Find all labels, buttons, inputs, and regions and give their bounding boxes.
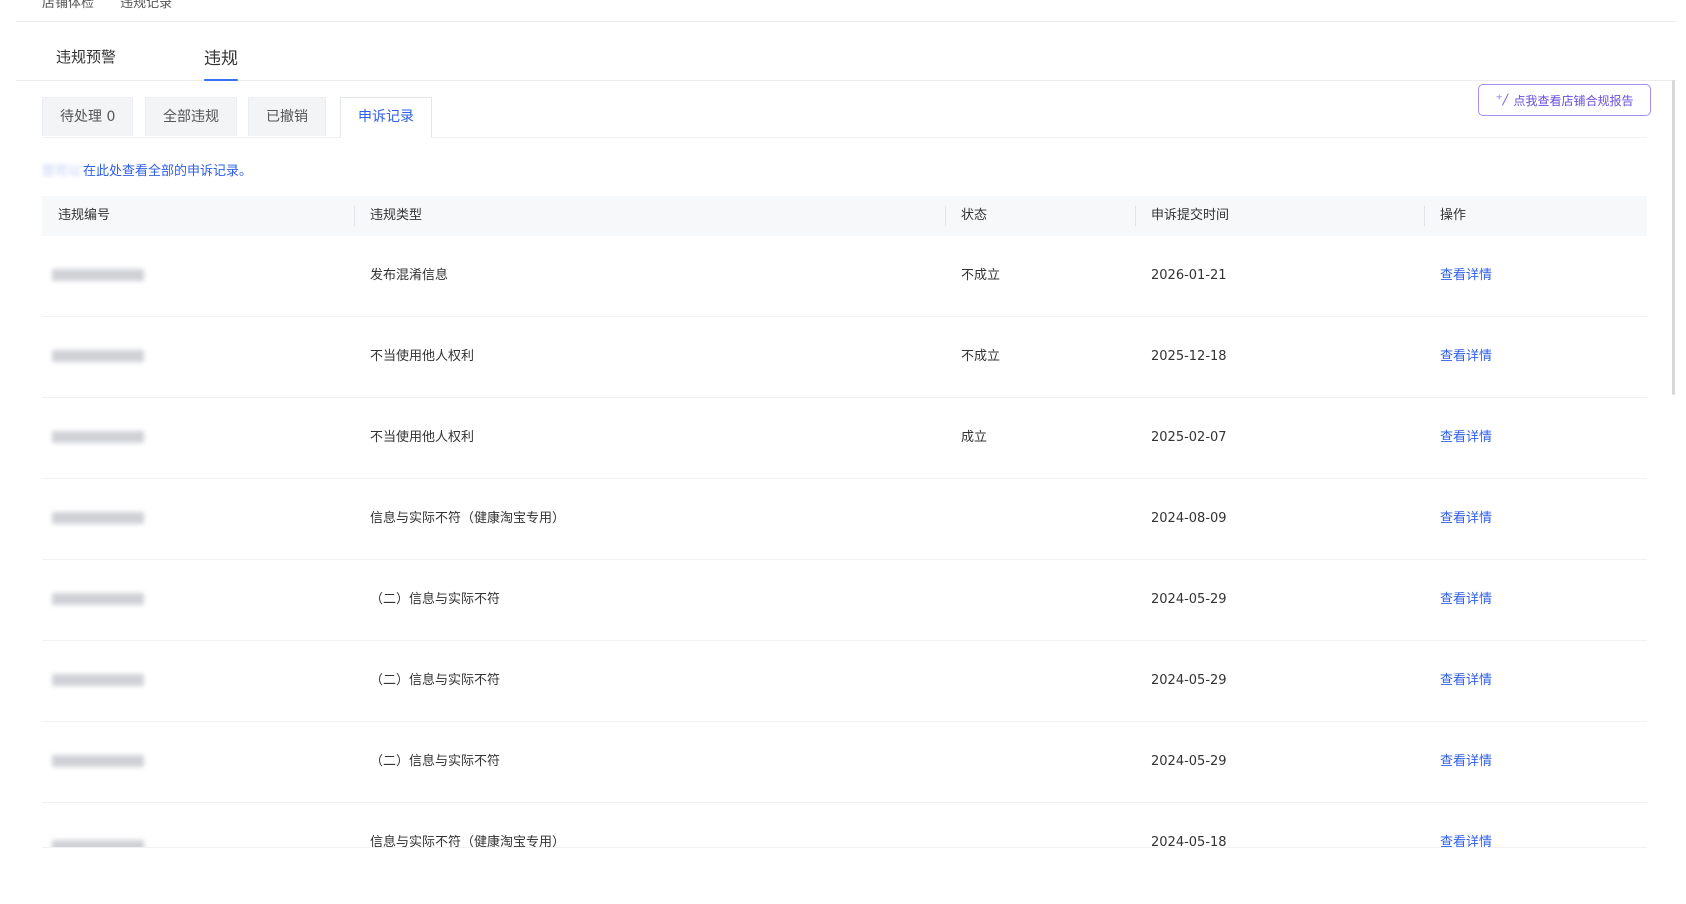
appeal-status: 不成立: [961, 268, 1001, 283]
view-details-link[interactable]: 查看详情: [1440, 236, 1492, 316]
submit-time: 2026-01-21: [1151, 268, 1227, 283]
column-header-submit-time: 申诉提交时间: [1135, 196, 1229, 236]
tab-appeal-records[interactable]: 申诉记录: [340, 97, 432, 138]
view-details-link[interactable]: 查看详情: [1440, 641, 1492, 721]
violation-type: （二）信息与实际不符: [370, 592, 501, 607]
column-header-violation-id: 违规编号: [58, 208, 111, 223]
notice-prefix: 您可以: [42, 164, 82, 179]
table-row: 不当使用他人权利 成立 2025-02-07 查看详情: [42, 398, 1647, 479]
table-row: （二）信息与实际不符 2024-05-29 查看详情: [42, 722, 1647, 803]
violation-id-redacted: [52, 350, 144, 362]
view-details-link[interactable]: 查看详情: [1440, 823, 1492, 847]
appeal-status: 成立: [961, 430, 988, 445]
view-details-link[interactable]: 查看详情: [1440, 398, 1492, 478]
table-body: 发布混淆信息 不成立 2026-01-21 查看详情 不当使用他人权利 不成立 2025-1…: [42, 236, 1647, 848]
violation-type: 不当使用他人权利: [370, 349, 475, 364]
violation-id-redacted: [52, 431, 144, 443]
violation-id-redacted: [52, 755, 144, 767]
submit-time: 2024-05-29: [1151, 592, 1227, 607]
divider: [16, 21, 1676, 22]
table-header: 违规编号 违规类型 状态 申诉提交时间 操作: [42, 196, 1647, 236]
notice-text: 您可以 在此处查看全部的申诉记录。: [42, 160, 252, 179]
view-details-link[interactable]: 查看详情: [1440, 317, 1492, 397]
appeal-records-table: 违规编号 违规类型 状态 申诉提交时间 操作 发布混淆信息 不成立 2026-01-…: [42, 196, 1647, 848]
violation-id-redacted: [52, 840, 144, 847]
tab-violation[interactable]: 违规: [204, 44, 238, 81]
sub-tabs: 待处理 0 全部违规 已撤销 申诉记录: [42, 97, 1647, 138]
appeal-status: 不成立: [961, 349, 1001, 364]
table-row: （二）信息与实际不符 2024-05-29 查看详情: [42, 641, 1647, 722]
violation-type: （二）信息与实际不符: [370, 754, 501, 769]
view-details-link[interactable]: 查看详情: [1440, 479, 1492, 559]
violation-id-redacted: [52, 512, 144, 524]
violation-id-redacted: [52, 269, 144, 281]
compliance-report-label: 点我查看店铺合规报告: [1513, 93, 1634, 108]
main-tabs: 违规预警 违规: [16, 40, 1676, 81]
column-header-status: 状态: [945, 196, 987, 236]
violation-id-redacted: [52, 674, 144, 686]
violation-type: 不当使用他人权利: [370, 430, 475, 445]
submit-time: 2024-05-29: [1151, 673, 1227, 688]
table-row: 发布混淆信息 不成立 2026-01-21 查看详情: [42, 236, 1647, 317]
breadcrumb-item[interactable]: 店铺体检: [42, 0, 94, 11]
column-header-action: 操作: [1424, 196, 1466, 236]
sparkle-icon: ⁺∕: [1495, 92, 1508, 108]
submit-time: 2025-02-07: [1151, 430, 1227, 445]
column-header-violation-type: 违规类型: [354, 196, 422, 236]
table-row: 信息与实际不符（健康淘宝专用） 2024-05-18 查看详情: [42, 803, 1647, 848]
submit-time: 2024-05-18: [1151, 835, 1227, 848]
violation-type: （二）信息与实际不符: [370, 673, 501, 688]
compliance-report-button[interactable]: ⁺∕ 点我查看店铺合规报告: [1478, 84, 1651, 116]
tab-all-violations[interactable]: 全部违规: [145, 97, 237, 136]
table-row: 信息与实际不符（健康淘宝专用） 2024-08-09 查看详情: [42, 479, 1647, 560]
violation-type: 信息与实际不符（健康淘宝专用）: [370, 835, 566, 848]
submit-time: 2025-12-18: [1151, 349, 1227, 364]
breadcrumb: 店铺体检 违规记录: [42, 0, 194, 11]
violation-id-redacted: [52, 593, 144, 605]
tab-revoked[interactable]: 已撤销: [248, 97, 326, 136]
tab-pending[interactable]: 待处理 0: [42, 97, 134, 136]
scrollbar[interactable]: [1672, 80, 1675, 395]
submit-time: 2024-05-29: [1151, 754, 1227, 769]
view-details-link[interactable]: 查看详情: [1440, 722, 1492, 802]
table-row: 不当使用他人权利 不成立 2025-12-18 查看详情: [42, 317, 1647, 398]
breadcrumb-item: 违规记录: [120, 0, 173, 11]
view-details-link[interactable]: 查看详情: [1440, 560, 1492, 640]
violation-type: 信息与实际不符（健康淘宝专用）: [370, 511, 566, 526]
notice-message: 在此处查看全部的申诉记录。: [83, 164, 253, 179]
submit-time: 2024-08-09: [1151, 511, 1227, 526]
tab-violation-warning[interactable]: 违规预警: [56, 46, 116, 79]
table-row: （二）信息与实际不符 2024-05-29 查看详情: [42, 560, 1647, 641]
violation-type: 发布混淆信息: [370, 268, 449, 283]
